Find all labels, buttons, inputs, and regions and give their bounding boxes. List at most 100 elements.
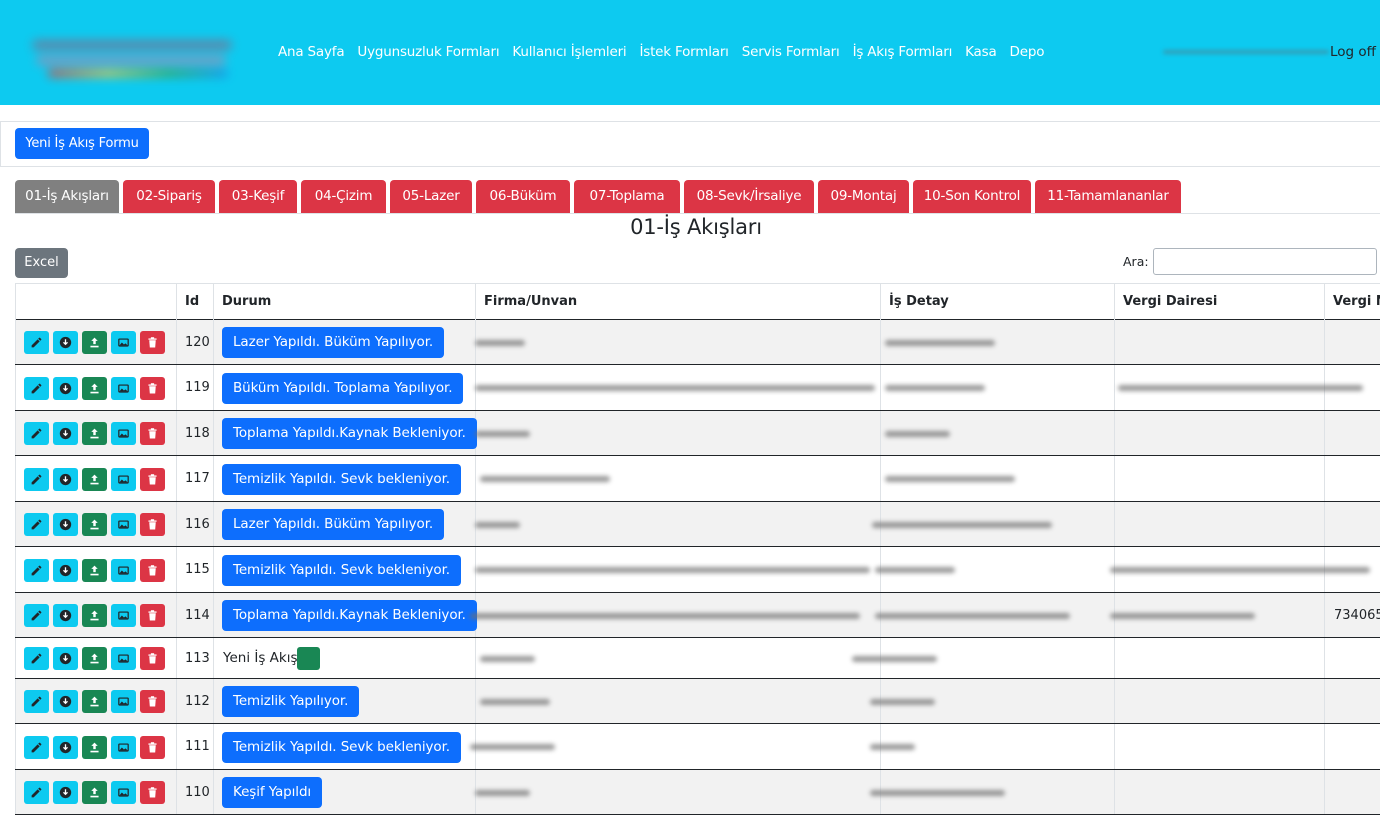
upload-button[interactable] [82, 690, 107, 713]
status-button[interactable]: Toplama Yapıldı.Kaynak Bekleniyor. [222, 418, 477, 449]
upload-button[interactable] [82, 736, 107, 759]
image-button[interactable] [111, 468, 136, 491]
image-button[interactable] [111, 736, 136, 759]
user-email-redacted[interactable] [1163, 45, 1329, 59]
upload-button[interactable] [82, 513, 107, 536]
edit-button[interactable] [24, 736, 49, 759]
download-button[interactable] [53, 736, 78, 759]
status-button[interactable]: Temizlik Yapıldı. Sevk bekleniyor. [222, 464, 461, 495]
status-button[interactable]: Lazer Yapıldı. Büküm Yapılıyor. [222, 509, 445, 540]
upload-button[interactable] [82, 604, 107, 627]
image-button[interactable] [111, 559, 136, 582]
upload-button[interactable] [82, 331, 107, 354]
delete-button[interactable] [140, 604, 165, 627]
upload-button[interactable] [82, 468, 107, 491]
edit-button[interactable] [24, 604, 49, 627]
edit-button[interactable] [24, 647, 49, 670]
tab-final-check[interactable]: 10-Son Kontrol [913, 180, 1031, 213]
nav-workflow-forms[interactable]: İş Akış Formları [853, 44, 953, 60]
edit-button[interactable] [24, 690, 49, 713]
download-button[interactable] [53, 468, 78, 491]
edit-button[interactable] [24, 331, 49, 354]
upload-button[interactable] [82, 559, 107, 582]
download-button[interactable] [53, 331, 78, 354]
status-button[interactable]: Temizlik Yapılıyor. [222, 686, 360, 717]
download-button[interactable] [53, 513, 78, 536]
excel-export-button[interactable]: Excel [15, 248, 68, 278]
download-button[interactable] [53, 377, 78, 400]
edit-button[interactable] [24, 781, 49, 804]
delete-button[interactable] [140, 647, 165, 670]
delete-button[interactable] [140, 331, 165, 354]
image-button[interactable] [111, 513, 136, 536]
delete-button[interactable] [140, 468, 165, 491]
logoff-link[interactable]: Log off [1330, 44, 1376, 60]
edit-button[interactable] [24, 559, 49, 582]
tab-survey[interactable]: 03-Keşif [219, 180, 297, 213]
delete-button[interactable] [140, 736, 165, 759]
status-button[interactable]: Temizlik Yapıldı. Sevk bekleniyor. [222, 555, 461, 586]
delete-button[interactable] [140, 422, 165, 445]
col-job-detail[interactable]: İş Detay [880, 284, 1114, 320]
nav-nonconformity-forms[interactable]: Uygunsuzluk Formları [357, 44, 499, 60]
nav-cash[interactable]: Kasa [965, 44, 997, 60]
nav-user-operations[interactable]: Kullanıcı İşlemleri [512, 44, 626, 60]
tab-bending[interactable]: 06-Büküm [476, 180, 570, 213]
image-button[interactable] [111, 781, 136, 804]
delete-button[interactable] [140, 690, 165, 713]
edit-button[interactable] [24, 468, 49, 491]
tab-drawing[interactable]: 04-Çizim [301, 180, 386, 213]
tab-workflows[interactable]: 01-İş Akışları [15, 180, 119, 213]
delete-button[interactable] [140, 377, 165, 400]
image-button[interactable] [111, 377, 136, 400]
upload-button[interactable] [82, 781, 107, 804]
status-button[interactable]: Keşif Yapıldı [222, 777, 323, 808]
col-company[interactable]: Firma/Unvan [475, 284, 880, 320]
image-button[interactable] [111, 690, 136, 713]
tab-laser[interactable]: 05-Lazer [390, 180, 472, 213]
download-button[interactable] [53, 559, 78, 582]
table-row: 111 Temizlik Yapıldı. Sevk bekleniyor. [15, 724, 1380, 770]
edit-button[interactable] [24, 513, 49, 536]
delete-button[interactable] [140, 781, 165, 804]
delete-button[interactable] [140, 513, 165, 536]
download-button[interactable] [53, 781, 78, 804]
download-button[interactable] [53, 422, 78, 445]
status-button[interactable]: Büküm Yapıldı. Toplama Yapılıyor. [222, 373, 464, 404]
nav-request-forms[interactable]: İstek Formları [639, 44, 728, 60]
image-button[interactable] [111, 647, 136, 670]
image-button[interactable] [111, 604, 136, 627]
upload-button[interactable] [82, 647, 107, 670]
download-button[interactable] [53, 604, 78, 627]
delete-button[interactable] [140, 559, 165, 582]
status-button[interactable]: Temizlik Yapıldı. Sevk bekleniyor. [222, 732, 461, 763]
brand-logo[interactable] [22, 28, 254, 86]
tab-shipping-waybill[interactable]: 08-Sevk/İrsaliye [684, 180, 814, 213]
col-tax-office[interactable]: Vergi Dairesi [1114, 284, 1324, 320]
download-button[interactable] [53, 690, 78, 713]
status-button[interactable]: Lazer Yapıldı. Büküm Yapılıyor. [222, 327, 445, 358]
nav-warehouse[interactable]: Depo [1010, 44, 1045, 60]
col-status[interactable]: Durum [213, 284, 475, 320]
redacted-text [885, 431, 950, 437]
edit-button[interactable] [24, 422, 49, 445]
edit-button[interactable] [24, 377, 49, 400]
upload-button[interactable] [82, 377, 107, 400]
image-button[interactable] [111, 422, 136, 445]
new-workflow-form-button[interactable]: Yeni İş Akış Formu [15, 128, 149, 159]
nav-service-forms[interactable]: Servis Formları [742, 44, 840, 60]
search-input[interactable] [1153, 248, 1377, 275]
image-button[interactable] [111, 331, 136, 354]
col-id[interactable]: Id [176, 284, 213, 320]
upload-button[interactable] [82, 422, 107, 445]
tab-mounting[interactable]: 09-Montaj [818, 180, 909, 213]
nav-home[interactable]: Ana Sayfa [278, 44, 345, 60]
tab-assembly-collect[interactable]: 07-Toplama [574, 180, 680, 213]
status-button[interactable]: Toplama Yapıldı.Kaynak Bekleniyor. [222, 600, 477, 631]
tab-order[interactable]: 02-Sipariş [123, 180, 215, 213]
tab-completed[interactable]: 11-Tamamlananlar [1035, 180, 1181, 213]
col-tax-number[interactable]: Vergi N [1324, 284, 1380, 320]
lock-button[interactable] [297, 647, 320, 670]
download-button[interactable] [53, 647, 78, 670]
download-icon [59, 427, 72, 440]
